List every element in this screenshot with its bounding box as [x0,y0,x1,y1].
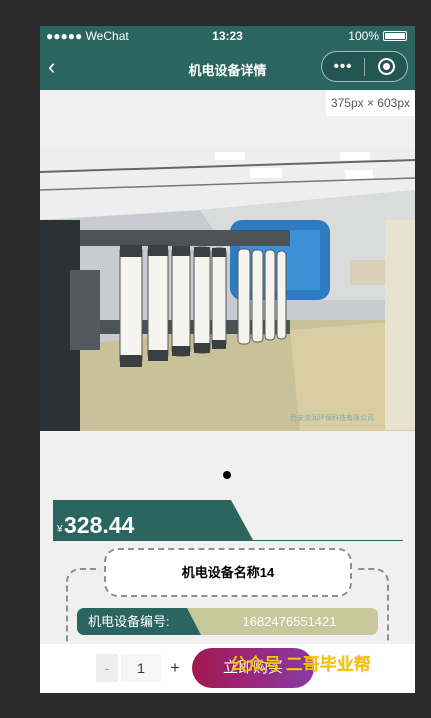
image-credit: 西安滨润环保科技有限公司 [290,413,374,422]
currency-symbol: ¥ [57,524,63,535]
battery-icon [383,31,407,41]
factory-photo: 西安滨润环保科技有限公司 [40,150,415,431]
status-bar: ●●●●● WeChat 13:23 100% [40,26,415,46]
phone-screen: ●●●●● WeChat 13:23 100% ‹ 机电设备详情 ••• 375… [40,26,415,693]
product-image[interactable]: 西安滨润环保科技有限公司 [40,150,415,431]
quantity-stepper: - 1 + [96,654,186,682]
battery-percent: 100% [348,29,379,43]
decrease-button[interactable]: - [96,654,118,682]
increase-button[interactable]: + [164,654,186,682]
serial-number-row: 机电设备编号: 1682476551421 [77,608,378,635]
target-icon [377,58,395,75]
serial-label: 机电设备编号: [77,608,201,635]
close-mini-program-button[interactable] [365,58,407,75]
carousel-indicator-dot[interactable] [223,471,231,479]
product-price: 328.44 [64,512,135,538]
size-tag: 375px × 603px [325,90,415,116]
serial-value: 1682476551421 [242,614,337,629]
mini-program-capsule: ••• [321,51,408,82]
more-icon[interactable]: ••• [322,58,364,75]
product-name-card: 机电设备名称14 [104,548,352,597]
battery-indicator: 100% [348,29,407,43]
product-name: 机电设备名称14 [181,565,275,580]
watermark-text: 公众号 二哥毕业帮 [230,655,371,674]
nav-bar: ‹ 机电设备详情 ••• [40,46,415,90]
price-box: ¥ 328.44 [53,500,253,540]
quantity-input[interactable]: 1 [121,654,161,682]
price-bar: ¥ 328.44 [53,500,403,541]
